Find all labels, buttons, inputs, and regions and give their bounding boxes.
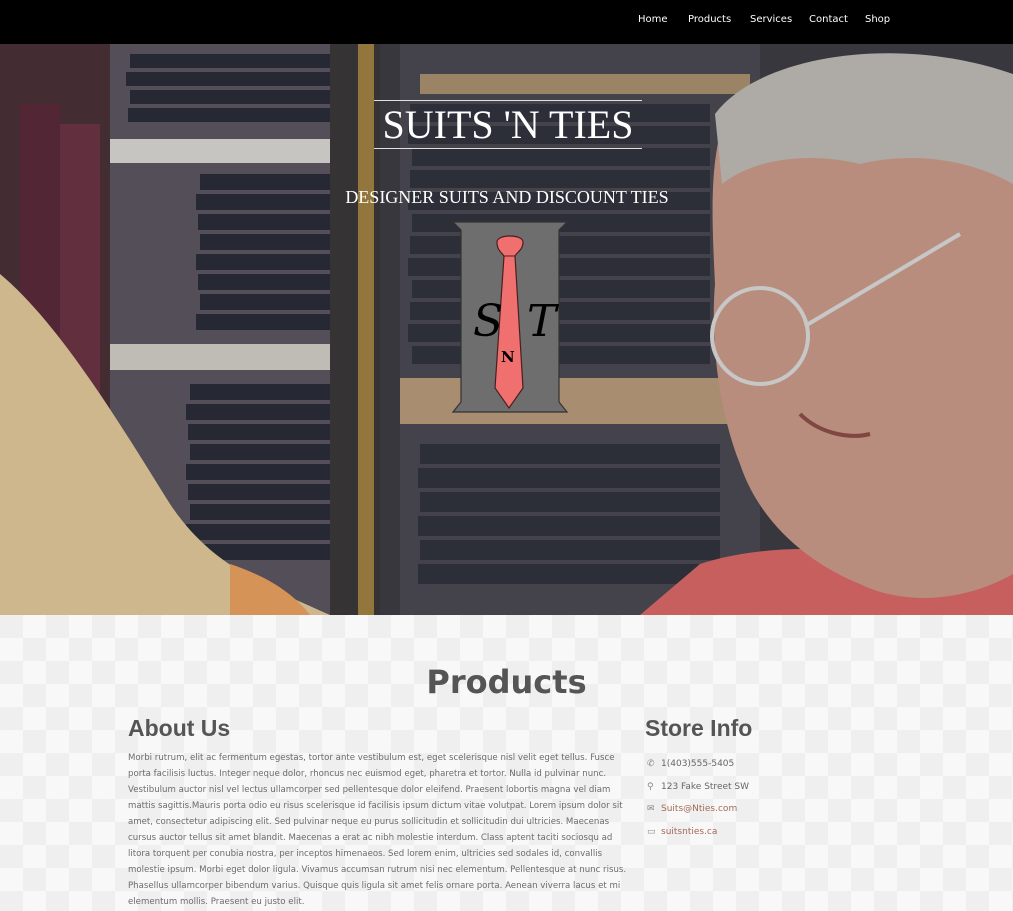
store-website-link[interactable]: suitsnties.ca (661, 827, 717, 837)
svg-text:T: T (527, 296, 560, 347)
products-section: Products About Us Morbi rutrum, elit ac … (0, 615, 1013, 911)
nav-contact-link[interactable]: Contact (809, 14, 848, 25)
store-address-value: 123 Fake Street SW (661, 781, 750, 792)
nav-home-link[interactable]: Home (638, 14, 668, 25)
envelope-icon: ✉ (647, 804, 655, 815)
about-heading: About Us (128, 715, 231, 741)
nav-products-link[interactable]: Products (688, 14, 731, 25)
map-marker-icon: ⚲ (647, 781, 654, 792)
section-title: Products (426, 663, 587, 701)
phone-icon: ✆ (647, 759, 655, 770)
nav-shop-link[interactable]: Shop (865, 14, 890, 25)
top-navbar: Home Products Services Contact Shop (0, 0, 1013, 44)
store-address: ⚲ 123 Fake Street SW (647, 776, 749, 799)
store-info-list: ✆ 1(403)555-5405 ⚲ 123 Fake Street SW ✉ … (647, 753, 749, 843)
hero-title: SUITS 'N TIES (374, 100, 642, 149)
store-phone-value: 1(403)555-5405 (661, 759, 735, 770)
about-text: Morbi rutrum, elit ac fermentum egestas,… (128, 753, 627, 907)
svg-text:S: S (473, 296, 503, 347)
hero-banner: SUITS 'N TIES DESIGNER SUITS AND DISCOUN… (0, 44, 1013, 615)
store-email[interactable]: ✉ Suits@Nties.com (647, 798, 749, 821)
hero-subtitle: DESIGNER SUITS AND DISCOUNT TIES (345, 187, 669, 207)
suits-n-ties-logo: S T N (451, 221, 569, 413)
store-website[interactable]: ▭ suitsnties.ca (647, 821, 749, 844)
laptop-icon: ▭ (647, 826, 656, 837)
nav-services-link[interactable]: Services (750, 14, 792, 25)
svg-text:N: N (501, 348, 515, 366)
store-info-heading: Store Info (645, 715, 753, 741)
store-phone: ✆ 1(403)555-5405 (647, 753, 749, 776)
store-email-link[interactable]: Suits@Nties.com (661, 804, 737, 814)
